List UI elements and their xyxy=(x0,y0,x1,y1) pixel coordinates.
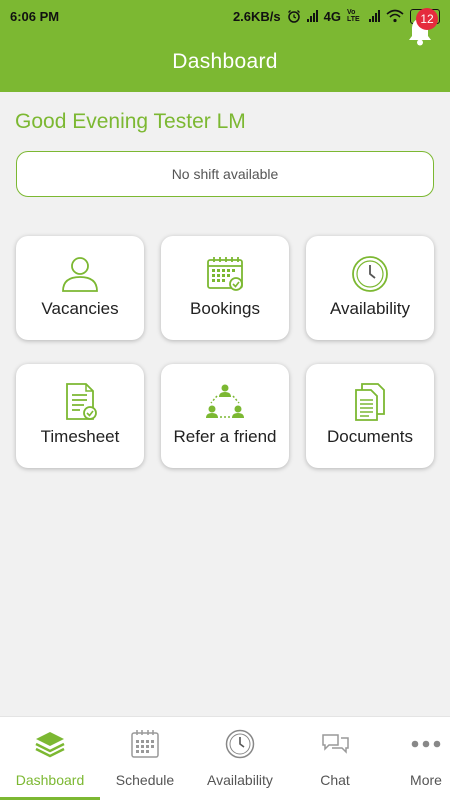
nav-more[interactable]: More xyxy=(381,717,450,801)
wifi-icon xyxy=(386,9,404,23)
tile-label: Documents xyxy=(327,427,413,446)
bottom-nav: Dashboard Schedule Availability Chat Mor… xyxy=(0,716,450,801)
nav-label: Chat xyxy=(320,772,350,788)
tile-label: Vacancies xyxy=(41,299,119,318)
document-check-icon xyxy=(66,383,97,420)
nav-label: Availability xyxy=(207,772,273,788)
tile-documents[interactable]: Documents xyxy=(306,364,434,468)
volte-label: Vo LTE xyxy=(347,9,360,23)
signal-icon xyxy=(306,10,318,22)
tile-bookings[interactable]: Bookings xyxy=(161,236,289,340)
tile-availability[interactable]: Availability xyxy=(306,236,434,340)
nav-label: Dashboard xyxy=(15,772,85,788)
tile-vacancies[interactable]: Vacancies xyxy=(16,236,144,340)
nav-label: Schedule xyxy=(115,772,175,788)
tile-label: Bookings xyxy=(190,299,260,318)
clock-icon xyxy=(225,729,255,759)
calendar-icon xyxy=(131,730,159,758)
tile-label: Refer a friend xyxy=(173,427,277,446)
network-type: 4G xyxy=(323,8,341,24)
calendar-check-icon xyxy=(207,257,243,291)
nav-label: More xyxy=(410,772,442,788)
tile-refer-a-friend[interactable]: Refer a friend xyxy=(161,364,289,468)
greeting-text: Good Evening Tester LM xyxy=(15,110,246,133)
shift-status-box[interactable]: No shift available xyxy=(16,151,434,197)
status-bar: 6:06 PM 2.6KB/s 4G Vo LTE 58 xyxy=(0,0,450,32)
nav-dashboard[interactable]: Dashboard xyxy=(5,717,95,801)
chat-bubbles-icon xyxy=(322,734,349,754)
network-speed: 2.6KB/s xyxy=(232,8,281,24)
alarm-icon xyxy=(287,10,300,23)
more-dots-icon xyxy=(411,740,441,748)
tile-label: Availability xyxy=(329,299,410,318)
notification-badge: 12 xyxy=(416,8,438,30)
tile-label: Timesheet xyxy=(40,427,120,446)
app-bar: Dashboard xyxy=(0,32,450,92)
tile-timesheet[interactable]: Timesheet xyxy=(16,364,144,468)
status-time: 6:06 PM xyxy=(10,8,60,24)
page-title: Dashboard xyxy=(172,50,278,73)
clock-icon xyxy=(352,256,388,292)
documents-icon xyxy=(355,383,385,421)
layers-icon xyxy=(35,732,65,758)
nav-schedule[interactable]: Schedule xyxy=(100,717,190,801)
nav-availability[interactable]: Availability xyxy=(195,717,285,801)
person-icon xyxy=(62,257,98,292)
people-network-icon xyxy=(206,384,244,418)
nav-chat[interactable]: Chat xyxy=(290,717,380,801)
signal-icon-2 xyxy=(369,10,380,22)
